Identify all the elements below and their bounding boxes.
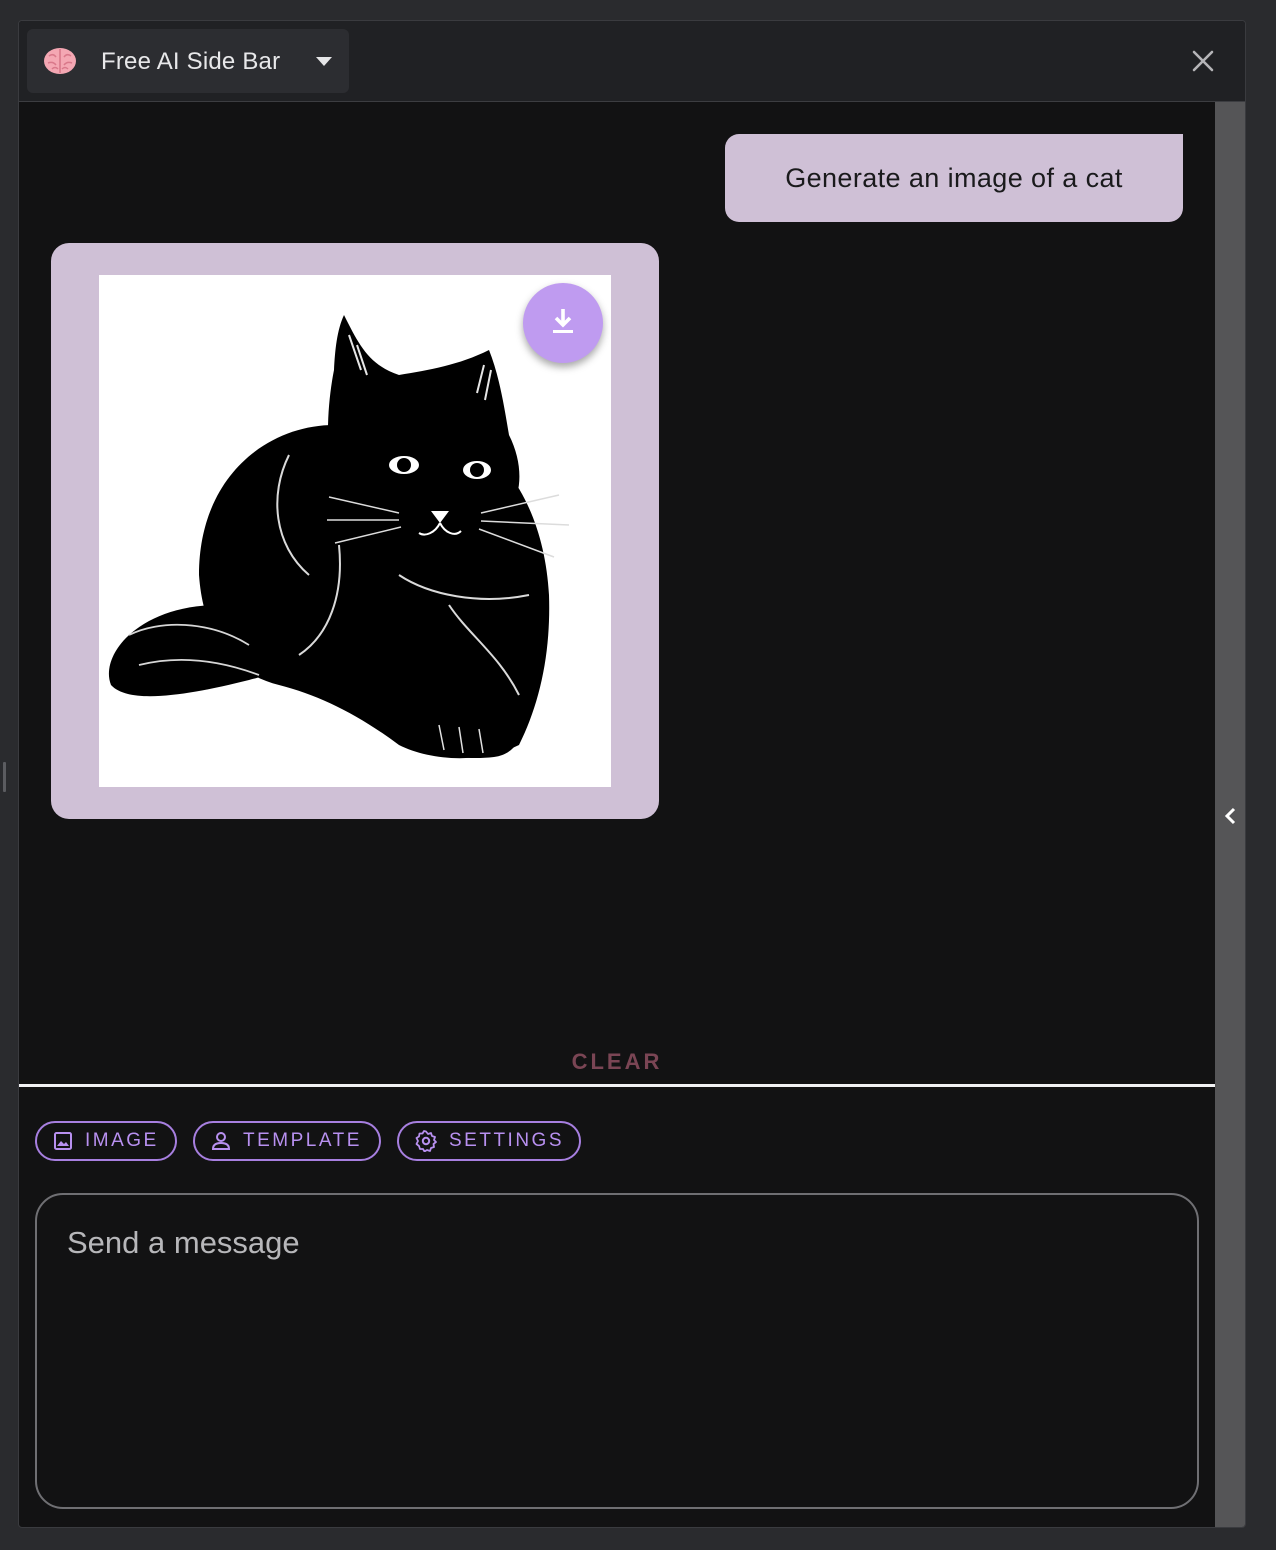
- close-icon[interactable]: [1187, 45, 1219, 77]
- settings-button[interactable]: SETTINGS: [397, 1121, 581, 1161]
- download-button[interactable]: [523, 283, 603, 363]
- assistant-message: [51, 243, 659, 819]
- generated-image: [99, 275, 611, 787]
- chevron-left-icon[interactable]: [1221, 804, 1241, 828]
- image-button[interactable]: IMAGE: [35, 1121, 177, 1161]
- cat-illustration: [99, 275, 611, 787]
- gear-icon: [415, 1130, 437, 1152]
- header: Free AI Side Bar: [19, 21, 1245, 102]
- template-button-label: TEMPLATE: [243, 1130, 362, 1151]
- app-selector-dropdown[interactable]: Free AI Side Bar: [27, 29, 349, 93]
- person-icon: [211, 1132, 231, 1150]
- scrollbar[interactable]: [1215, 102, 1245, 1527]
- image-button-label: IMAGE: [85, 1130, 159, 1151]
- brain-icon: [44, 48, 76, 74]
- settings-button-label: SETTINGS: [449, 1130, 565, 1151]
- sidebar-panel: Free AI Side Bar Generate an image of a …: [18, 20, 1246, 1528]
- download-icon: [553, 309, 573, 333]
- template-button[interactable]: TEMPLATE: [193, 1121, 381, 1161]
- caret-down-icon: [316, 57, 332, 66]
- image-icon: [54, 1132, 72, 1150]
- clear-button[interactable]: CLEAR: [559, 1049, 675, 1079]
- app-selector-label: Free AI Side Bar: [101, 48, 281, 75]
- chat-area: Generate an image of a cat: [19, 102, 1215, 1086]
- user-message: Generate an image of a cat: [725, 134, 1183, 222]
- divider: [19, 1084, 1215, 1087]
- resize-handle[interactable]: [3, 762, 6, 792]
- message-input[interactable]: [35, 1193, 1199, 1509]
